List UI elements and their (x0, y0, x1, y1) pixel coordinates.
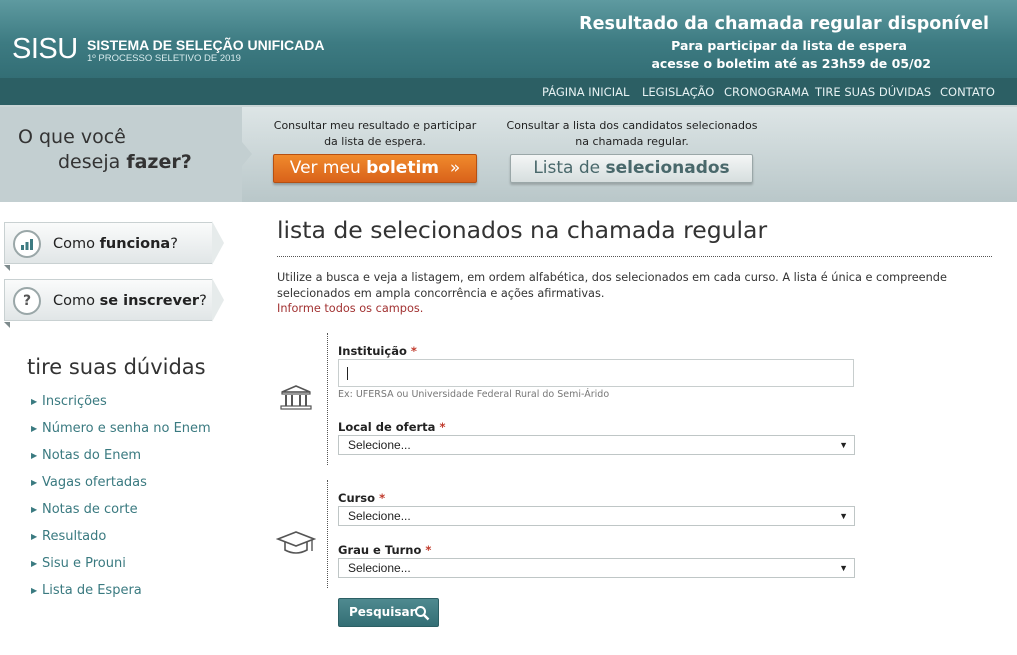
local-oferta-select[interactable]: Selecione... ▼ (338, 435, 855, 455)
lista-caption: Consultar a lista dos candidatos selecio… (506, 119, 758, 148)
como-funciona-button[interactable]: Como funciona? (4, 222, 212, 264)
faq-item-vagas[interactable]: ▶ Vagas ofertadas (31, 475, 211, 502)
chevron-right-icon: ▶ (31, 559, 38, 568)
group-divider (327, 333, 328, 465)
dropdown-arrow-icon: ▼ (839, 563, 848, 573)
curso-select[interactable]: Selecione... ▼ (338, 506, 855, 526)
ver-boletim-button[interactable]: Ver meu boletim » (273, 154, 477, 183)
como-se-inscrever-label: Como se inscrever? (53, 293, 207, 309)
question-icon: ? (13, 287, 41, 315)
faq-item-resultado[interactable]: ▶ Resultado (31, 529, 211, 556)
search-icon (415, 606, 430, 621)
ask-line1: O que você (18, 126, 126, 148)
instituicao-input[interactable] (338, 359, 854, 387)
lista-selecionados-button[interactable]: Lista de selecionados (510, 154, 753, 183)
ask-line2: deseja fazer? (58, 151, 192, 173)
site-header: SISU SISTEMA DE SELEÇÃO UNIFICADA 1º PRO… (0, 0, 1017, 78)
faq-item-lista-espera[interactable]: ▶ Lista de Espera (31, 583, 211, 610)
nav-legislacao[interactable]: LEGISLAÇÃO (642, 85, 714, 99)
chevron-right-icon: ▶ (31, 532, 38, 541)
required-warning: Informe todos os campos. (277, 302, 424, 315)
como-funciona-arrow (212, 221, 224, 265)
title-divider (277, 256, 992, 257)
top-nav: PÁGINA INICIAL LEGISLAÇÃO CRONOGRAMA TIR… (0, 78, 1017, 105)
chevron-right-icon: ▶ (31, 586, 38, 595)
notice-line1: Para participar da lista de espera (671, 38, 907, 53)
curso-label: Curso * (338, 491, 386, 505)
double-chevron-right-icon: » (449, 158, 461, 178)
dropdown-arrow-icon: ▼ (839, 440, 848, 450)
como-funciona-label: Como funciona? (53, 236, 178, 252)
logo-title: SISTEMA DE SELEÇÃO UNIFICADA (87, 37, 325, 53)
faq-list: ▶ Inscrições ▶ Número e senha no Enem ▶ Not… (31, 394, 211, 610)
group-divider (327, 480, 328, 588)
nav-contato[interactable]: CONTATO (940, 85, 995, 99)
page-title: lista de selecionados na chamada regular (277, 216, 768, 244)
ask-panel-arrow (242, 142, 252, 166)
nav-tire-suas-duvidas[interactable]: TIRE SUAS DÚVIDAS (815, 85, 931, 99)
dropdown-arrow-icon: ▼ (839, 511, 848, 521)
nav-pagina-inicial[interactable]: PÁGINA INICIAL (542, 85, 629, 99)
chevron-right-icon: ▶ (31, 397, 38, 406)
local-oferta-label: Local de oferta * (338, 420, 446, 434)
instituicao-label: Instituição * (338, 344, 417, 358)
notice-line2: acesse o boletim até as 23h59 de 05/02 (651, 56, 931, 71)
pesquisar-button[interactable]: Pesquisar (338, 598, 439, 627)
faq-item-numero-senha[interactable]: ▶ Número e senha no Enem (31, 421, 211, 448)
como-se-inscrever-arrow (212, 278, 224, 322)
chevron-right-icon: ▶ (31, 478, 38, 487)
intro-text: Utilize a busca e veja a listagem, em or… (277, 271, 947, 300)
ribbon-fold (4, 265, 10, 271)
sisu-logo[interactable]: SISU (12, 33, 78, 66)
nav-cronograma[interactable]: CRONOGRAMA (724, 85, 809, 99)
notice-title: Resultado da chamada regular disponível (579, 14, 989, 34)
faq-item-sisu-prouni[interactable]: ▶ Sisu e Prouni (31, 556, 211, 583)
logo-subtitle: 1º PROCESSO SELETIVO DE 2019 (87, 53, 241, 64)
instituicao-hint: Ex: UFERSA ou Universidade Federal Rural… (338, 389, 610, 400)
chevron-right-icon: ▶ (31, 424, 38, 433)
chevron-right-icon: ▶ (31, 451, 38, 460)
text-caret (347, 367, 348, 380)
grau-turno-select[interactable]: Selecione... ▼ (338, 558, 855, 578)
ribbon-fold (4, 322, 10, 328)
faq-item-notas-enem[interactable]: ▶ Notas do Enem (31, 448, 211, 475)
graduation-cap-icon (276, 531, 316, 554)
grau-turno-label: Grau e Turno * (338, 543, 432, 557)
faq-title: tire suas dúvidas (27, 355, 206, 379)
faq-item-inscricoes[interactable]: ▶ Inscrições (31, 394, 211, 421)
chevron-right-icon: ▶ (31, 505, 38, 514)
bar-chart-icon (13, 230, 41, 258)
como-se-inscrever-button[interactable]: ? Como se inscrever? (4, 279, 212, 321)
faq-item-notas-corte[interactable]: ▶ Notas de corte (31, 502, 211, 529)
institution-icon (280, 385, 312, 410)
boletim-caption: Consultar meu resultado e participar da … (273, 119, 477, 148)
